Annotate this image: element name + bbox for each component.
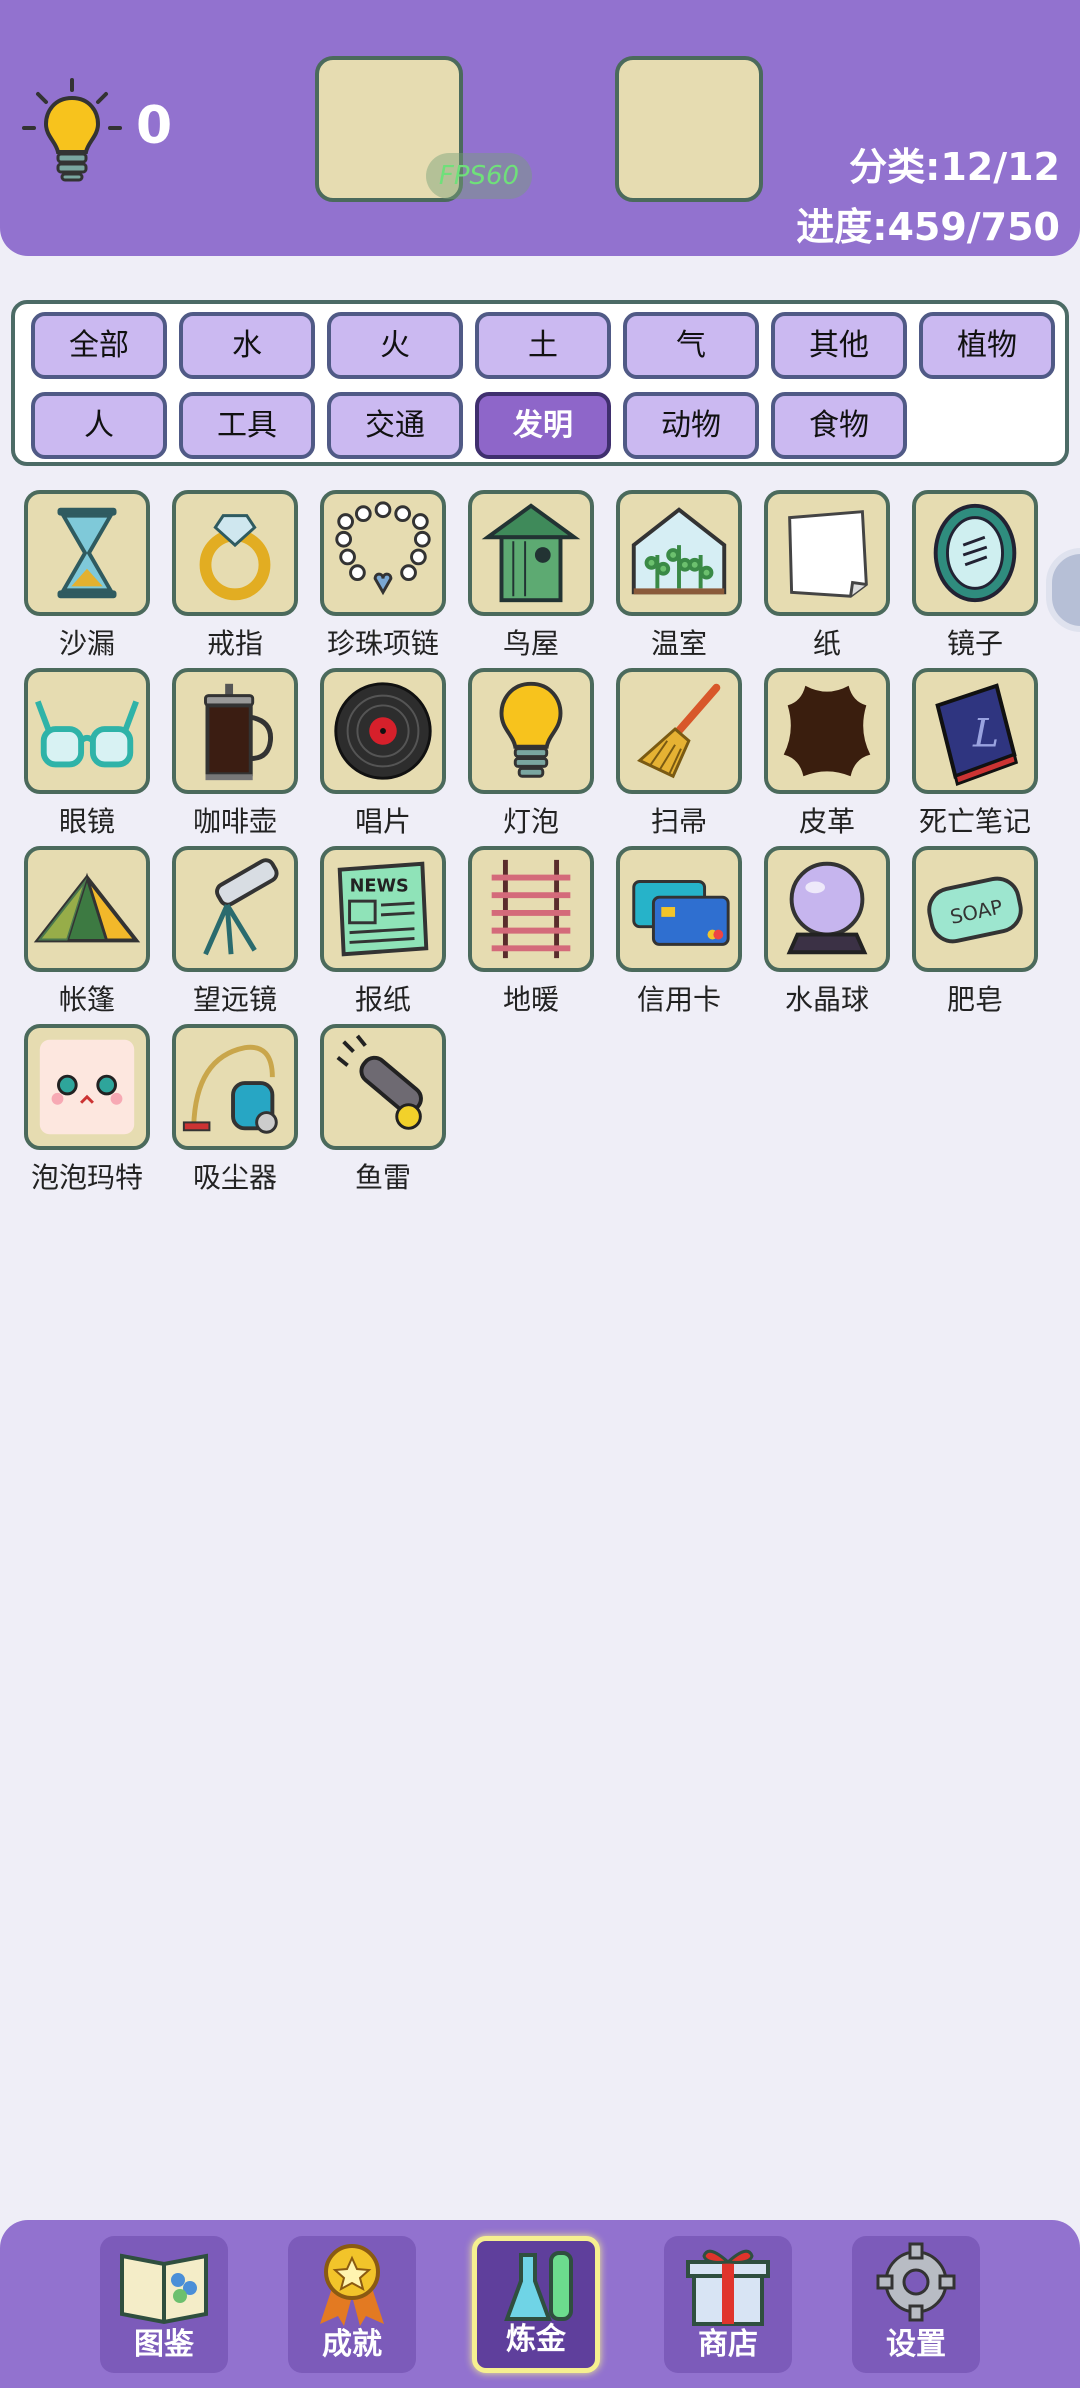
ring-icon [199,514,271,601]
filter-all[interactable]: 全部 [31,312,167,379]
item-vacuum[interactable]: 吸尘器 [170,1024,300,1199]
progress-stat: 进度:459/750 [796,205,1060,249]
item-glasses[interactable]: 眼镜 [22,668,152,843]
filter-earth[interactable]: 土 [475,312,611,379]
hint-count: 0 [136,96,173,156]
popmart-icon [39,1039,135,1135]
item-broom[interactable]: 扫帚 [614,668,744,843]
filter-tools[interactable]: 工具 [179,392,315,459]
nav-achievements[interactable]: 成就 [288,2236,416,2373]
hourglass-icon [57,507,117,599]
filter-transport[interactable]: 交通 [327,392,463,459]
paper-icon [788,510,868,598]
item-lightbulb[interactable]: 灯泡 [466,668,596,843]
filter-food[interactable]: 食物 [771,392,907,459]
item-floor-heating[interactable]: 地暖 [466,846,596,1021]
item-crystal-ball[interactable]: 水晶球 [762,846,892,1021]
gear-icon [876,2242,956,2322]
filter-animal[interactable]: 动物 [623,392,759,459]
category-stat: 分类:12/12 [849,145,1060,189]
item-ring[interactable]: 戒指 [170,490,300,665]
floor-heating-icon [491,859,571,959]
leather-icon [783,685,871,777]
glasses-icon [35,700,139,768]
item-record[interactable]: 唱片 [318,668,448,843]
item-birdhouse[interactable]: 鸟屋 [466,490,596,665]
nav-settings[interactable]: 设置 [852,2236,980,2373]
bottom-nav: 图鉴 成就 炼金 商店 设置 [0,2220,1080,2388]
filter-fire[interactable]: 火 [327,312,463,379]
combine-slot-right[interactable] [615,56,763,202]
item-hourglass[interactable]: 沙漏 [22,490,152,665]
greenhouse-icon [631,507,727,595]
item-tent[interactable]: 帐篷 [22,846,152,1021]
crystal-ball-icon [786,861,868,955]
item-torpedo[interactable]: 鱼雷 [318,1024,448,1199]
item-telescope[interactable]: 望远镜 [170,846,300,1021]
soap-icon: SOAP [927,876,1023,944]
torpedo-icon [336,1034,423,1130]
item-pearl-necklace[interactable]: 珍珠项链 [318,490,448,665]
filter-air[interactable]: 气 [623,312,759,379]
gift-icon [686,2249,770,2326]
svg-text:L: L [972,711,999,757]
newspaper-icon: NEWS [337,861,429,957]
lightbulb-hint-icon[interactable] [22,78,122,183]
item-mirror[interactable]: 镜子 [910,490,1040,665]
item-popmart[interactable]: 泡泡玛特 [22,1024,152,1199]
medal-icon [320,2244,384,2326]
nav-alchemy[interactable]: 炼金 [472,2236,600,2373]
item-newspaper[interactable]: NEWS 报纸 [318,846,448,1021]
nav-shop[interactable]: 商店 [664,2236,792,2373]
vacuum-icon [182,1044,278,1134]
svg-text:NEWS: NEWS [350,876,409,896]
broom-icon [637,683,721,779]
item-soap[interactable]: SOAP 肥皂 [910,846,1040,1021]
item-death-note[interactable]: L 死亡笔记 [910,668,1040,843]
filter-water[interactable]: 水 [179,312,315,379]
category-filter-panel: 全部 水 火 土 气 其他 植物 人 工具 交通 发明 动物 食物 [11,300,1069,466]
credit-card-icon [632,879,730,946]
mirror-icon [933,503,1017,603]
telescope-icon [203,858,279,956]
birdhouse-icon [481,503,581,603]
item-leather[interactable]: 皮革 [762,668,892,843]
item-coffee-pot[interactable]: 咖啡壶 [170,668,300,843]
fps-counter: FPS60 [426,153,532,199]
item-credit-card[interactable]: 信用卡 [614,846,744,1021]
nav-catalog[interactable]: 图鉴 [100,2236,228,2373]
coffee-pot-icon [204,683,273,781]
book-icon [120,2253,208,2325]
item-paper[interactable]: 纸 [762,490,892,665]
item-greenhouse[interactable]: 温室 [614,490,744,665]
filter-human[interactable]: 人 [31,392,167,459]
filter-other[interactable]: 其他 [771,312,907,379]
record-icon [334,682,432,780]
side-drawer-handle[interactable] [1046,548,1080,632]
death-note-icon: L [935,683,1019,787]
tent-icon [33,872,141,943]
filter-invention[interactable]: 发明 [475,392,611,459]
lightbulb-icon [499,681,563,778]
filter-plant[interactable]: 植物 [919,312,1055,379]
pearl-necklace-icon [335,501,431,596]
top-bar: 0 FPS60 分类:12/12 进度:459/750 [0,0,1080,256]
